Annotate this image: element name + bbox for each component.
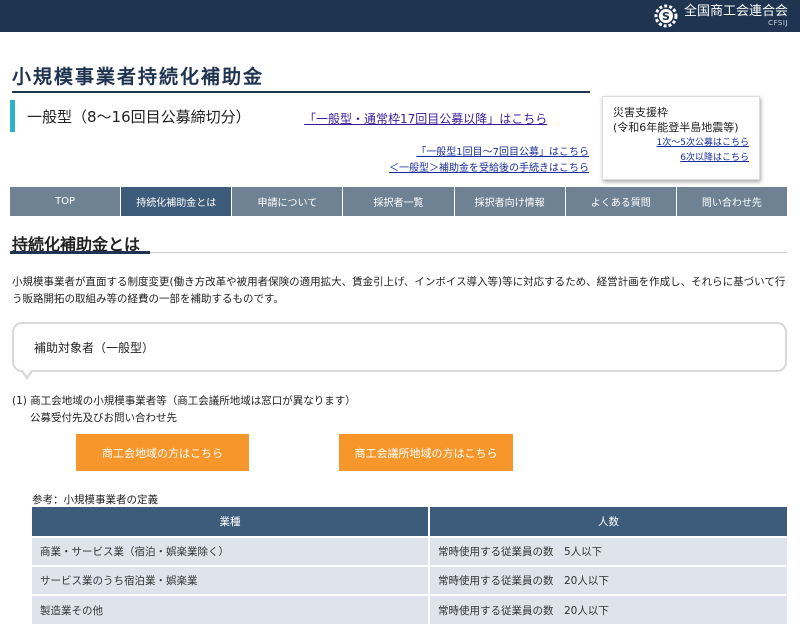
svg-text:S: S <box>662 10 670 23</box>
page-title: 小規模事業者持続化補助金 <box>12 66 265 88</box>
disaster-link-1to5[interactable]: 1次〜5次公募はこちら <box>613 137 749 150</box>
nav-item-contact[interactable]: 問い合わせ先 <box>676 187 787 216</box>
table-row: 商業・サービス業（宿泊・娯楽業除く） 常時使用する従業員の数 5人以下 <box>32 536 787 566</box>
chamber-area-button[interactable]: 商工会議所地域の方はこちら <box>339 434 513 471</box>
intro-paragraph: 小規模事業者が直面する制度変更(働き方改革や被用者保険の適用拡大、賃金引上げ、イ… <box>12 276 786 305</box>
table-cell-count: 常時使用する従業員の数 20人以下 <box>429 594 787 624</box>
disaster-title: 災害支援枠 <box>613 106 668 119</box>
org-name: 全国商工会連合会 <box>683 4 788 19</box>
nav-item-application[interactable]: 申請について <box>232 187 344 216</box>
org-abbr: CFSIJ <box>768 19 788 27</box>
definition-label: 参考：小規模事業者の定義 <box>32 494 158 506</box>
disaster-support-box: 災害支援枠 (令和6年能登半島地震等) 1次〜5次公募はこちら 6次以降はこちら <box>602 96 760 180</box>
main-open-call-link[interactable]: 「一般型・通常枠17回目公募以降」はこちら <box>304 110 547 127</box>
table-cell-industry: 製造業その他 <box>32 594 430 624</box>
definition-table: 業種 人数 商業・サービス業（宿泊・娯楽業除く） 常時使用する従業員の数 5人以… <box>32 507 787 624</box>
table-cell-industry: 商業・サービス業（宿泊・娯楽業除く） <box>32 536 430 566</box>
nav-item-about[interactable]: 持続化補助金とは <box>121 187 233 216</box>
gear-s-logo-icon: S <box>654 4 678 28</box>
table-header-count: 人数 <box>429 507 787 537</box>
page-subtitle: 一般型（8〜16回目公募締切分） <box>27 107 251 126</box>
nav-item-faq[interactable]: よくある質問 <box>565 187 677 216</box>
top-header-bar: S 全国商工会連合会 CFSIJ <box>0 0 800 32</box>
table-row: サービス業のうち宿泊業・娯楽業 常時使用する従業員の数 20人以下 <box>32 565 787 595</box>
section-divider-accent <box>10 251 150 254</box>
title-divider <box>12 91 590 93</box>
eligibility-item-1-sub: 公募受付先及びお問い合わせ先 <box>30 412 177 424</box>
table-cell-industry: サービス業のうち宿泊業・娯楽業 <box>32 565 430 595</box>
nav-item-adopted-info[interactable]: 採択者向け情報 <box>454 187 566 216</box>
table-cell-count: 常時使用する従業員の数 20人以下 <box>429 565 787 595</box>
table-row: 製造業その他 常時使用する従業員の数 20人以下 <box>32 594 787 624</box>
nav-item-adopted-list[interactable]: 採択者一覧 <box>343 187 455 216</box>
table-cell-count: 常時使用する従業員の数 5人以下 <box>429 536 787 566</box>
table-header-row: 業種 人数 <box>32 507 787 537</box>
callout-tail-inner <box>22 369 32 376</box>
site-logo[interactable]: S 全国商工会連合会 CFSIJ <box>654 3 788 29</box>
past-calls-link[interactable]: 「一般型1回目〜7回目公募」はこちら <box>416 143 589 158</box>
eligibility-item-1: (1) 商工会地域の小規模事業者等（商工会議所地域は窓口が異なります） <box>12 395 356 407</box>
shokokai-area-button[interactable]: 商工会地域の方はこちら <box>76 434 249 471</box>
subtitle-box: 一般型（8〜16回目公募締切分） <box>10 100 251 132</box>
disaster-link-6plus[interactable]: 6次以降はこちら <box>613 152 749 165</box>
nav-item-top[interactable]: TOP <box>10 187 122 216</box>
disaster-subtitle: (令和6年能登半島地震等) <box>613 121 739 134</box>
table-header-industry: 業種 <box>32 507 430 537</box>
eligible-callout: 補助対象者（一般型） <box>12 322 787 372</box>
post-grant-procedure-link[interactable]: ＜一般型＞補助金を受給後の手続きはこちら <box>389 159 589 174</box>
callout-heading: 補助対象者（一般型） <box>34 340 155 355</box>
main-nav: TOP 持続化補助金とは 申請について 採択者一覧 採択者向け情報 よくある質問… <box>10 187 787 216</box>
logo-text: 全国商工会連合会 CFSIJ <box>684 5 788 27</box>
